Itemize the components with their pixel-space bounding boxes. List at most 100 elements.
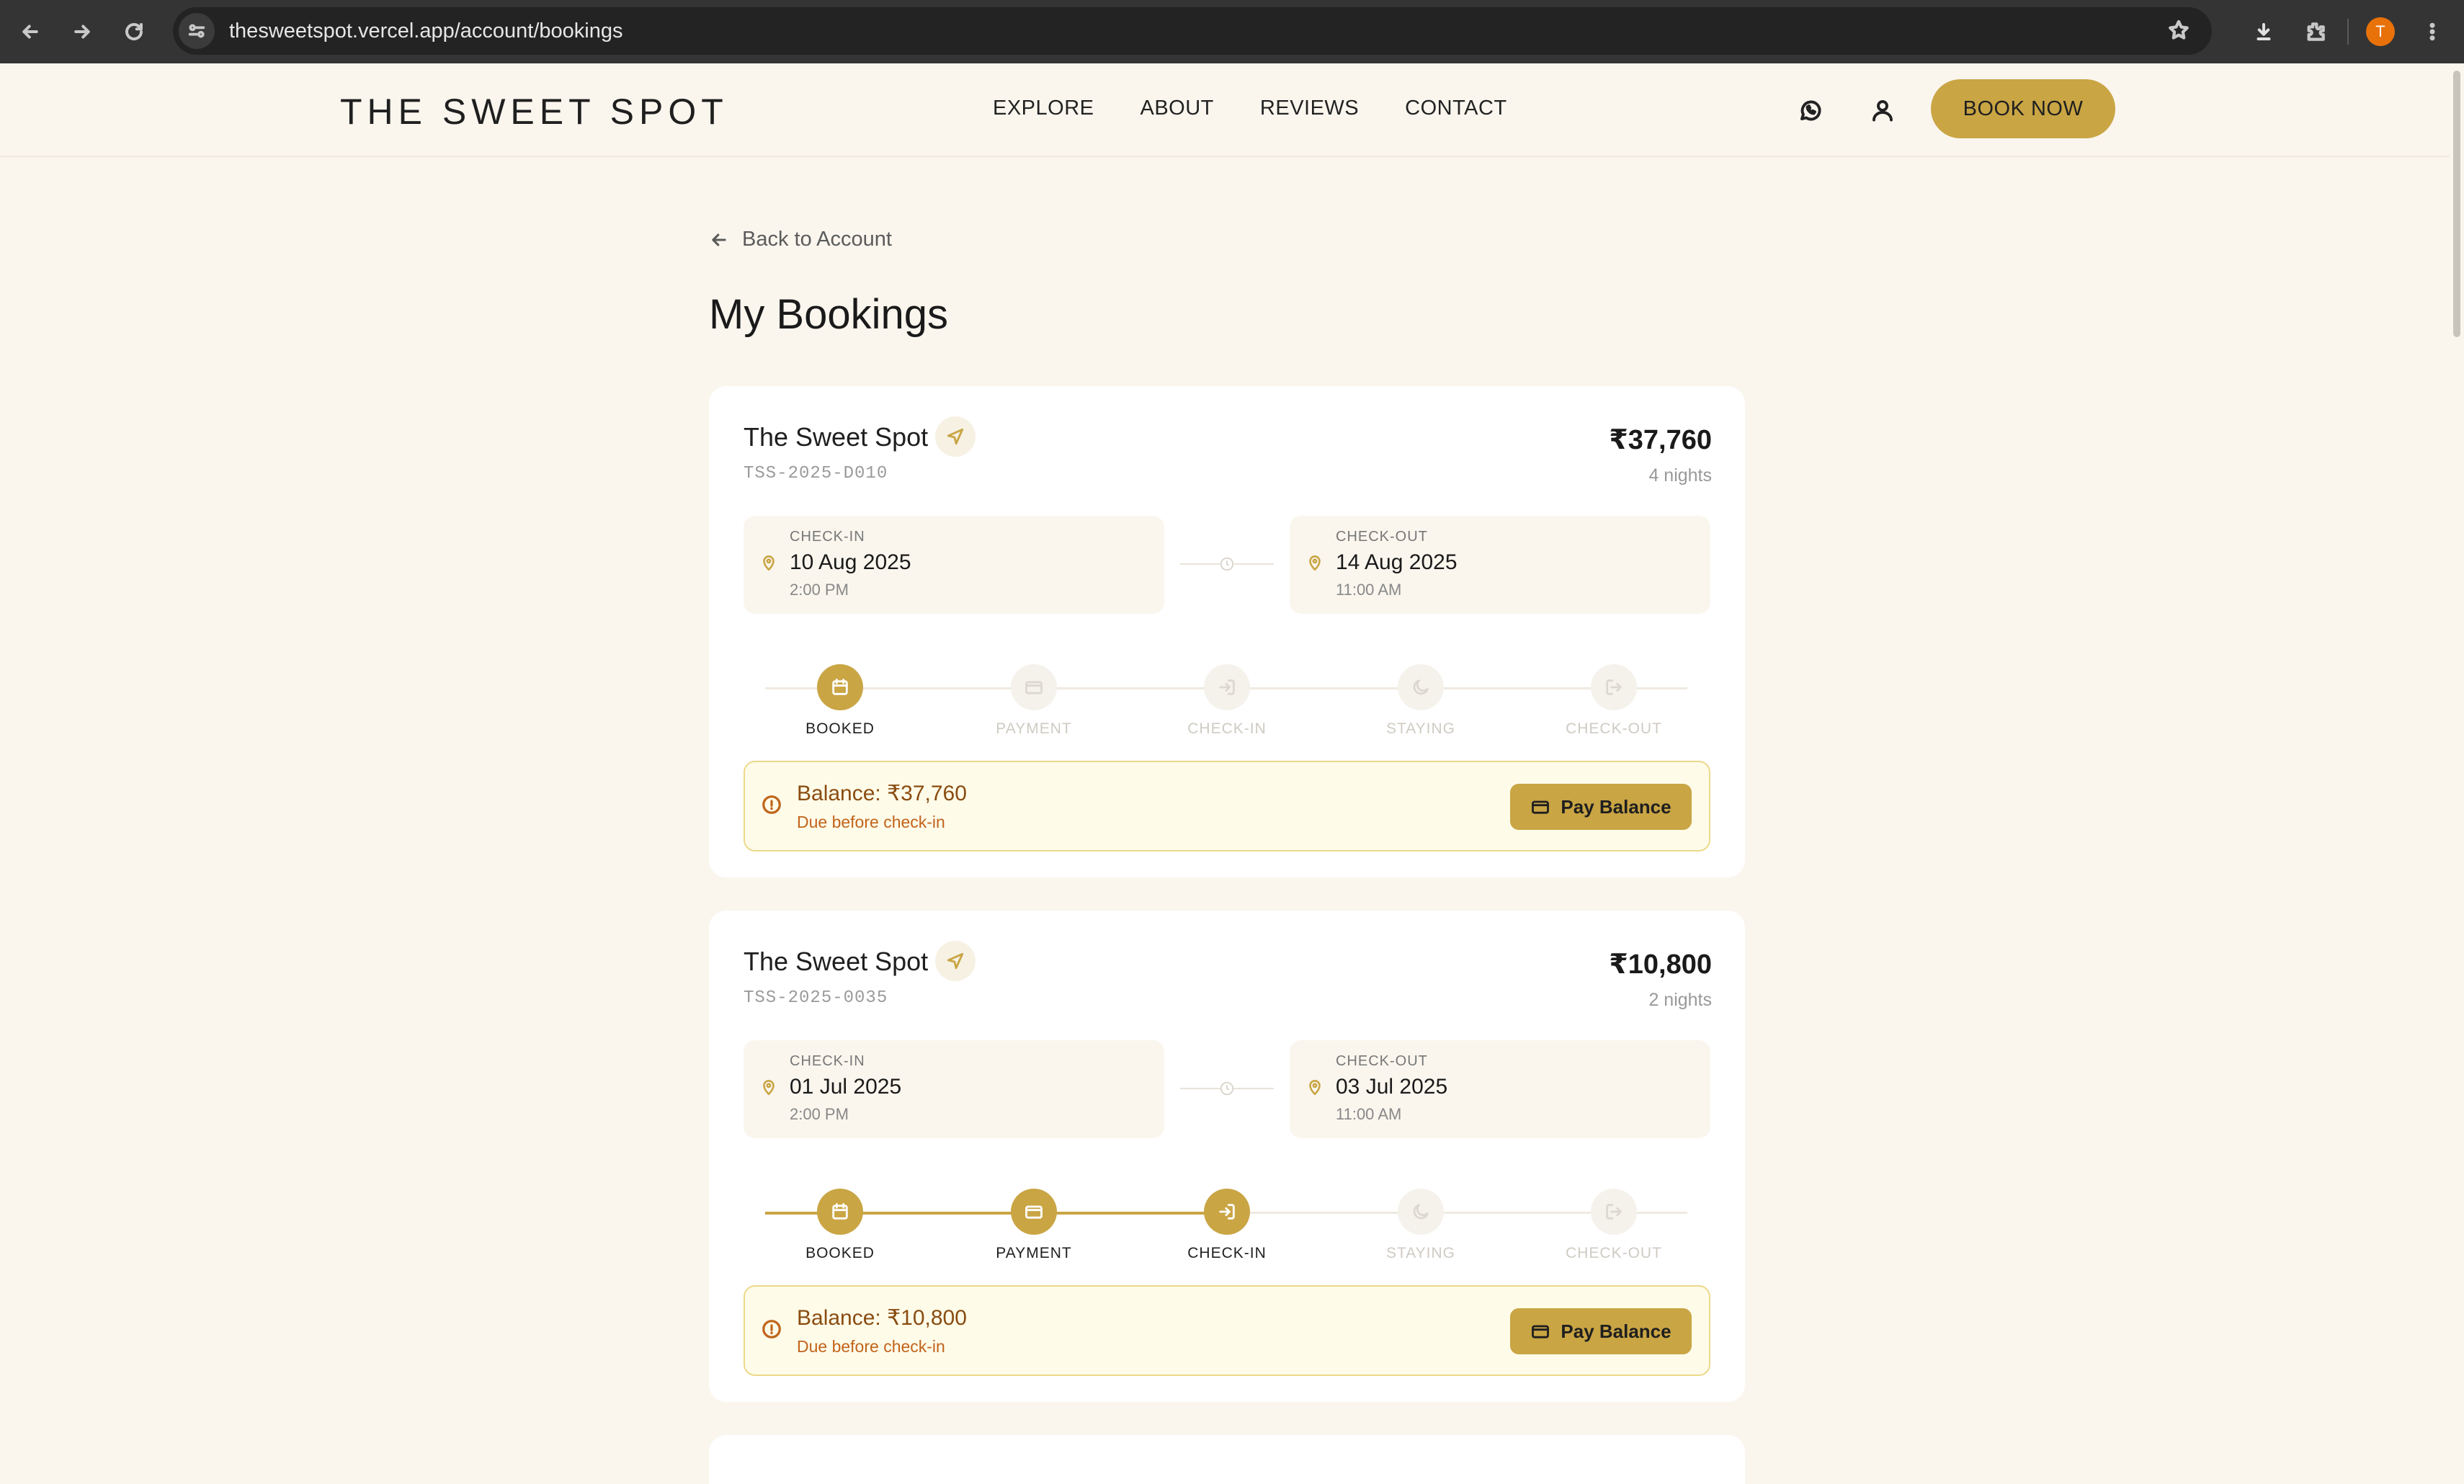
checkout-time: 11:00 AM: [1336, 581, 1402, 599]
step-staying: STAYING: [1356, 1184, 1486, 1262]
checkout-date: 14 Aug 2025: [1336, 550, 1458, 574]
login-icon: [1204, 1189, 1250, 1235]
step-checkin: CHECK-IN: [1162, 1184, 1292, 1262]
credit-card-icon: [1532, 800, 1550, 814]
navigation-icon[interactable]: [935, 941, 976, 981]
pay-balance-button[interactable]: Pay Balance: [1510, 1308, 1692, 1354]
checkin-box: CHECK-IN 10 Aug 2025 2:00 PM: [744, 516, 1164, 614]
back-arrow-icon[interactable]: [10, 12, 50, 52]
checkin-time: 2:00 PM: [790, 1105, 849, 1123]
checkout-time: 11:00 AM: [1336, 1105, 1402, 1123]
credit-card-icon: [1011, 1189, 1057, 1235]
booking-card: The Sweet Spot TSS-2025-0035 ₹10,800 2 n…: [709, 911, 1745, 1402]
location-pin-icon: [759, 1078, 778, 1100]
site-settings-icon[interactable]: [179, 13, 215, 49]
balance-amount: Balance: ₹10,800: [797, 1306, 967, 1330]
logout-icon: [1591, 1189, 1637, 1235]
clock-icon: [1219, 556, 1235, 572]
scrollbar-thumb[interactable]: [2453, 71, 2460, 337]
nav-contact[interactable]: CONTACT: [1405, 97, 1507, 120]
checkout-date: 03 Jul 2025: [1336, 1075, 1448, 1099]
checkout-label: CHECK-OUT: [1336, 529, 1428, 545]
nav-about[interactable]: ABOUT: [1141, 97, 1214, 120]
booking-progress: BOOKED PAYMENT CHECK-IN STAYING CHECK-OU…: [709, 660, 1745, 746]
toolbar-separator: [2347, 19, 2349, 45]
site-header: THE SWEET SPOT EXPLORE ABOUT REVIEWS CON…: [0, 63, 2450, 157]
checkout-box: CHECK-OUT 14 Aug 2025 11:00 AM: [1290, 516, 1710, 614]
main-nav: EXPLORE ABOUT REVIEWS CONTACT: [993, 97, 1507, 120]
login-icon: [1204, 664, 1250, 710]
browser-menu-icon[interactable]: [2412, 12, 2452, 52]
property-name[interactable]: The Sweet Spot: [744, 422, 928, 452]
browser-toolbar: thesweetspot.vercel.app/account/bookings…: [0, 0, 2464, 63]
step-label: STAYING: [1385, 720, 1456, 737]
checkin-date: 10 Aug 2025: [790, 550, 911, 574]
booking-progress: BOOKED PAYMENT CHECK-IN STAYING CHECK-OU…: [709, 1184, 1745, 1271]
pay-balance-label: Pay Balance: [1561, 795, 1671, 818]
clock-icon: [1219, 1081, 1235, 1096]
download-icon[interactable]: [2244, 12, 2284, 52]
step-label: BOOKED: [805, 720, 875, 737]
checkin-label: CHECK-IN: [790, 1053, 865, 1069]
checkin-date: 01 Jul 2025: [790, 1075, 902, 1099]
book-now-button[interactable]: BOOK NOW: [1931, 79, 2115, 138]
step-label: BOOKED: [805, 1245, 875, 1261]
logout-icon: [1591, 664, 1637, 710]
property-name[interactable]: The Sweet Spot: [744, 947, 928, 977]
step-checkout: CHECK-OUT: [1549, 1184, 1679, 1262]
booking-reference: TSS-2025-D010: [744, 464, 888, 483]
back-to-account-link[interactable]: Back to Account: [709, 228, 892, 251]
booking-total: ₹37,760: [1609, 425, 1712, 455]
checkin-time: 2:00 PM: [790, 581, 849, 599]
credit-card-icon: [1011, 664, 1057, 710]
location-pin-icon: [1305, 1078, 1324, 1100]
extensions-icon[interactable]: [2295, 12, 2336, 52]
step-label: PAYMENT: [996, 720, 1072, 737]
step-checkout: CHECK-OUT: [1549, 660, 1679, 738]
alert-circle-icon: [761, 1318, 782, 1344]
site-logo[interactable]: THE SWEET SPOT: [340, 91, 728, 133]
balance-alert: Balance: ₹10,800 Due before check-in Pay…: [744, 1285, 1710, 1376]
calendar-icon: [817, 1189, 863, 1235]
alert-circle-icon: [761, 794, 782, 819]
checkin-box: CHECK-IN 01 Jul 2025 2:00 PM: [744, 1040, 1164, 1138]
navigation-icon[interactable]: [935, 416, 976, 457]
reload-icon[interactable]: [114, 12, 154, 52]
page: THE SWEET SPOT EXPLORE ABOUT REVIEWS CON…: [0, 63, 2450, 1484]
page-scrollbar[interactable]: [2450, 63, 2464, 1484]
step-payment: PAYMENT: [969, 660, 1099, 738]
location-pin-icon: [759, 553, 778, 576]
pay-balance-button[interactable]: Pay Balance: [1510, 784, 1692, 830]
booking-card-partial: [709, 1435, 1745, 1484]
step-label: CHECK-IN: [1187, 720, 1267, 737]
back-to-account-label: Back to Account: [742, 228, 892, 251]
checkout-label: CHECK-OUT: [1336, 1053, 1428, 1069]
calendar-icon: [817, 664, 863, 710]
nav-reviews[interactable]: REVIEWS: [1260, 97, 1359, 120]
step-label: CHECK-OUT: [1566, 1245, 1662, 1261]
step-booked: BOOKED: [775, 1184, 905, 1262]
credit-card-icon: [1532, 1325, 1550, 1338]
forward-arrow-icon[interactable]: [62, 12, 102, 52]
address-bar[interactable]: thesweetspot.vercel.app/account/bookings: [173, 7, 2212, 55]
page-title: My Bookings: [709, 291, 949, 338]
booking-nights: 4 nights: [1648, 465, 1712, 486]
pay-balance-label: Pay Balance: [1561, 1320, 1671, 1342]
balance-due-note: Due before check-in: [797, 813, 945, 831]
balance-amount: Balance: ₹37,760: [797, 782, 967, 805]
arrow-left-icon: [712, 233, 726, 246]
bookmark-star-icon[interactable]: [2167, 19, 2190, 45]
step-label: CHECK-IN: [1187, 1245, 1267, 1261]
step-staying: STAYING: [1356, 660, 1486, 738]
moon-icon: [1398, 664, 1444, 710]
booking-nights: 2 nights: [1648, 990, 1712, 1010]
url-text: thesweetspot.vercel.app/account/bookings: [229, 19, 623, 43]
nav-explore[interactable]: EXPLORE: [993, 97, 1094, 120]
step-checkin: CHECK-IN: [1162, 660, 1292, 738]
booking-total: ₹10,800: [1609, 949, 1712, 980]
location-pin-icon: [1305, 553, 1324, 576]
user-account-icon[interactable]: [1865, 92, 1901, 128]
profile-avatar[interactable]: T: [2360, 12, 2401, 52]
balance-due-note: Due before check-in: [797, 1337, 945, 1356]
whatsapp-icon[interactable]: [1793, 92, 1829, 128]
